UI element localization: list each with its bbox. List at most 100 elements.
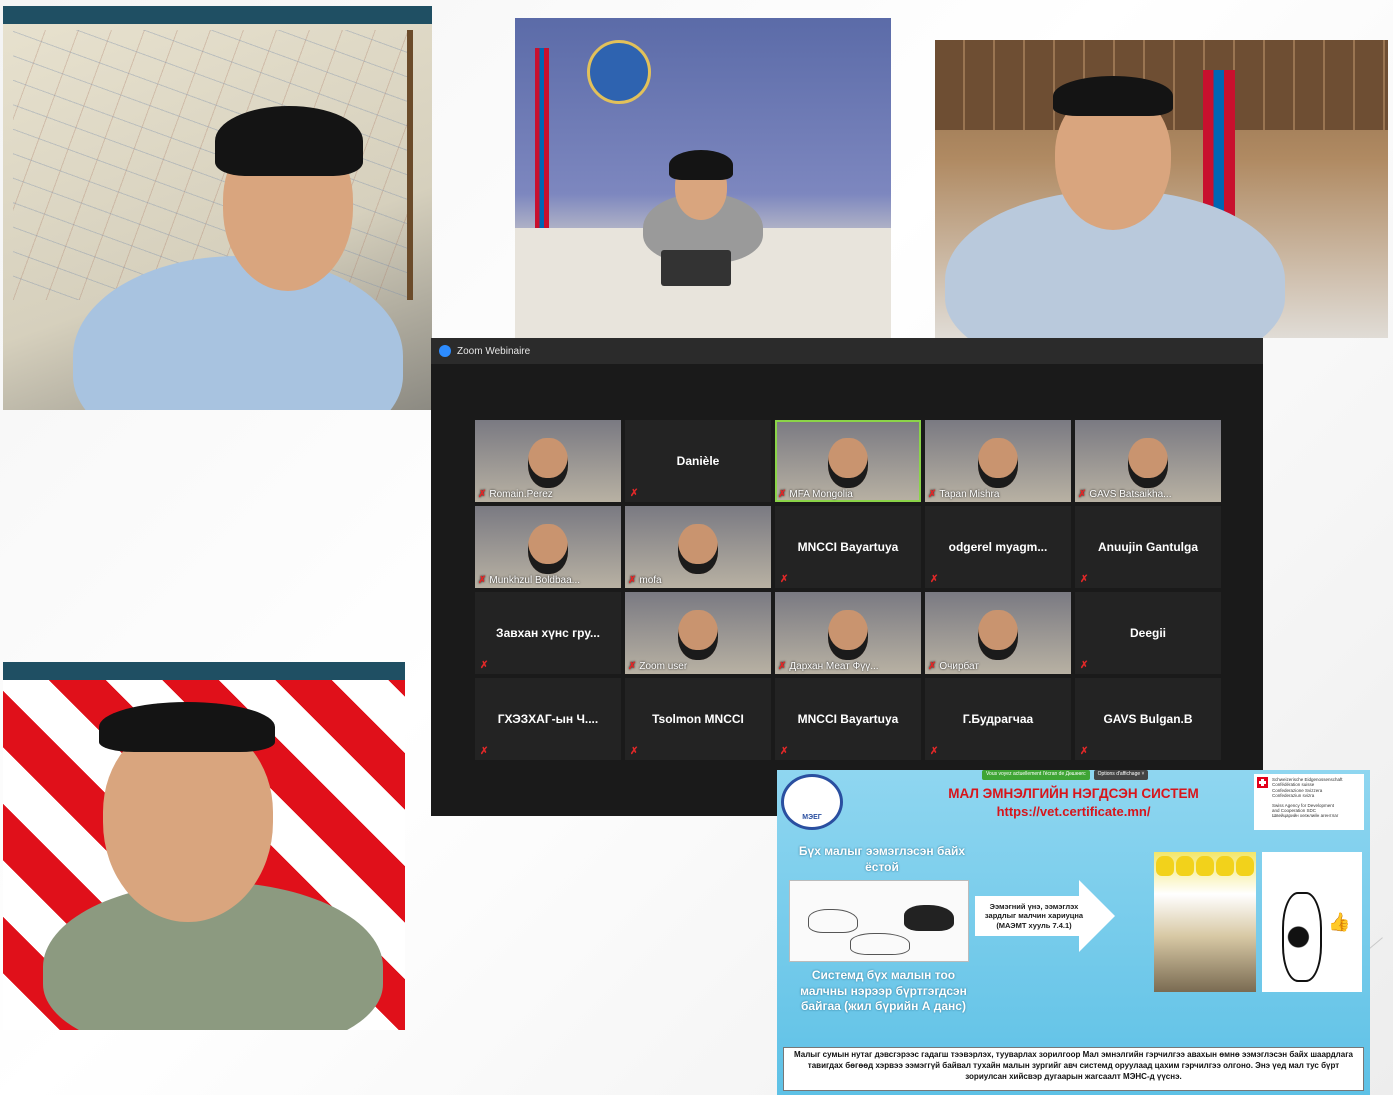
- participant-name: Г.Будрагчаа: [962, 712, 1034, 726]
- slide-url: https://vet.certificate.mn/: [996, 804, 1151, 819]
- arrow-text: Ээмэгний үнэ, ээмэглэх зардлыг малчин ха…: [984, 902, 1084, 930]
- participant-tile[interactable]: GAVS Bulgan.B ✗: [1075, 678, 1221, 760]
- participant-video: [978, 610, 1018, 660]
- video-still-man-with-map: [3, 6, 432, 410]
- participant-tile[interactable]: Anuujin Gantulga ✗: [1075, 506, 1221, 588]
- participant-name: GAVS Bulgan.B: [1103, 712, 1193, 726]
- zoom-window-title: Zoom Webinaire: [457, 345, 531, 357]
- microphone-muted-icon: ✗: [478, 575, 487, 586]
- microphone-muted-icon: ✗: [1078, 489, 1087, 500]
- participant-name-label: ✗ Romain.Perez: [478, 489, 553, 500]
- participant-video: [828, 438, 868, 488]
- zoom-window: Zoom Webinaire ✗ Romain.Perez Danièle ✗ ✗ MFA…: [431, 338, 1263, 816]
- ear-tag-icon: [1176, 856, 1194, 876]
- person-face: [103, 722, 273, 922]
- participant-tile[interactable]: ✗ MFA Mongolia: [775, 420, 921, 502]
- participant-name: MFA Mongolia: [789, 489, 853, 500]
- participant-tile[interactable]: Г.Будрагчаа ✗: [925, 678, 1071, 760]
- participant-tile[interactable]: Danièle ✗: [625, 420, 771, 502]
- view-options-button[interactable]: Options d'affichage ˅: [1093, 770, 1149, 780]
- participant-tile[interactable]: MNCCI Bayartuya ✗: [775, 678, 921, 760]
- share-status-pill: Vous voyez actuellement l'écran de Дөшөө…: [982, 770, 1090, 780]
- participant-tile[interactable]: Deegii ✗: [1075, 592, 1221, 674]
- participant-name: MNCCI Bayartuya: [797, 712, 899, 726]
- microphone-muted-icon: ✗: [480, 746, 489, 757]
- panel-header-bar: [3, 662, 405, 680]
- participant-tile[interactable]: ✗ Munkhzul Boldbaa...: [475, 506, 621, 588]
- person-hair: [669, 150, 733, 180]
- video-still-man-red-logo: [3, 662, 405, 1030]
- person-hair: [99, 702, 275, 752]
- participant-tile[interactable]: ✗ Romain.Perez: [475, 420, 621, 502]
- participant-tile[interactable]: ✗ Zoom user: [625, 592, 771, 674]
- microphone-muted-icon: ✗: [1080, 660, 1089, 671]
- participant-name-label: ✗ Munkhzul Boldbaa...: [478, 575, 580, 586]
- microphone-muted-icon: ✗: [780, 574, 789, 585]
- participant-video: [528, 438, 568, 488]
- zoom-logo-icon: [439, 345, 451, 357]
- participant-name: Завхан хүнс гру...: [496, 626, 600, 640]
- video-still-man-home-office: [935, 40, 1388, 338]
- microphone-muted-icon: ✗: [1080, 746, 1089, 757]
- ear-tags-photo: [1154, 852, 1256, 992]
- participant-name: Danièle: [676, 454, 720, 468]
- participant-name: odgerel myagm...: [948, 540, 1048, 554]
- swiss-sdc-logo: Schweizerische Eidgenossenschaft Confédér…: [1254, 774, 1364, 830]
- participant-name: Deegii: [1129, 626, 1166, 640]
- person-hair: [215, 106, 363, 176]
- participant-name: mofa: [639, 575, 662, 586]
- microphone-muted-icon: ✗: [628, 661, 637, 672]
- participant-tile[interactable]: ✗ Дархан Меат Фүү...: [775, 592, 921, 674]
- participant-tile[interactable]: odgerel myagm... ✗: [925, 506, 1071, 588]
- microphone-muted-icon: ✗: [630, 746, 639, 757]
- ear-tag-icon: [1236, 856, 1254, 876]
- microphone-muted-icon: ✗: [1080, 574, 1089, 585]
- person-hair: [1053, 76, 1173, 116]
- state-emblem-icon: [587, 40, 651, 104]
- cow-figure: [904, 905, 954, 931]
- participant-name: Tsolmon MNCCI: [652, 712, 744, 726]
- participant-name: MNCCI Bayartuya: [797, 540, 899, 554]
- video-still-mfa-official: [515, 18, 891, 338]
- slide-title: МАЛ ЭМНЭЛГИЙН НЭГДСЭН СИСТЕМ: [948, 786, 1199, 801]
- participant-name: Anuujin Gantulga: [1098, 540, 1198, 554]
- ear-tag-icon: [1216, 856, 1234, 876]
- participant-tile[interactable]: ✗ Очирбат: [925, 592, 1071, 674]
- participant-tile[interactable]: Tsolmon MNCCI ✗: [625, 678, 771, 760]
- participant-name-label: ✗ GAVS Batsaikha...: [1078, 489, 1171, 500]
- participant-tile[interactable]: ✗ GAVS Batsaikha...: [1075, 420, 1221, 502]
- participant-tile[interactable]: Завхан хүнс гру... ✗: [475, 592, 621, 674]
- participant-tile[interactable]: ✗ Tapan Mishra: [925, 420, 1071, 502]
- participant-video: [978, 438, 1018, 488]
- panel-header-bar: [3, 6, 432, 24]
- participant-video: [678, 610, 718, 660]
- participant-name: GAVS Batsaikha...: [1089, 489, 1172, 500]
- participant-tile[interactable]: MNCCI Bayartuya ✗: [775, 506, 921, 588]
- thumbs-up-icon: 👍: [1328, 912, 1351, 932]
- participant-video: [678, 524, 718, 574]
- microphone-muted-icon: ✗: [930, 574, 939, 585]
- participant-name: ГХЭЗХАГ-ын Ч....: [497, 712, 599, 726]
- participant-name: Дархан Меат Фүү...: [789, 661, 879, 672]
- microphone-muted-icon: ✗: [630, 488, 639, 499]
- slide-footer-text: Малыг сумын нутаг дэвсгэрээс гадагш тээв…: [783, 1047, 1364, 1091]
- participant-tile[interactable]: ГХЭЗХАГ-ын Ч.... ✗: [475, 678, 621, 760]
- left-heading: Бүх малыг ээмэглэсэн байх ёстой: [798, 844, 966, 874]
- participant-name: Очирбат: [939, 661, 979, 672]
- participant-name: Romain.Perez: [489, 489, 553, 500]
- microphone-muted-icon: ✗: [930, 746, 939, 757]
- microphone-muted-icon: ✗: [928, 489, 937, 500]
- zoom-title-bar: Zoom Webinaire: [431, 338, 1263, 364]
- participant-name-label: ✗ Zoom user: [628, 661, 687, 672]
- mongolian-flag: [535, 48, 549, 228]
- shared-presentation-slide: Vous voyez actuellement l'écran de Дөшөө…: [777, 770, 1370, 1095]
- microphone-muted-icon: ✗: [628, 575, 637, 586]
- vet-agency-seal-icon: МЭЕГ: [781, 774, 843, 830]
- microphone-muted-icon: ✗: [928, 661, 937, 672]
- microphone-muted-icon: ✗: [480, 660, 489, 671]
- participant-gallery: ✗ Romain.Perez Danièle ✗ ✗ MFA Mongolia ✗ Tapan…: [475, 420, 1221, 760]
- participant-name-label: ✗ Очирбат: [928, 661, 979, 672]
- participant-tile[interactable]: ✗ mofa: [625, 506, 771, 588]
- participant-name-label: ✗ MFA Mongolia: [778, 489, 853, 500]
- microphone-muted-icon: ✗: [778, 661, 787, 672]
